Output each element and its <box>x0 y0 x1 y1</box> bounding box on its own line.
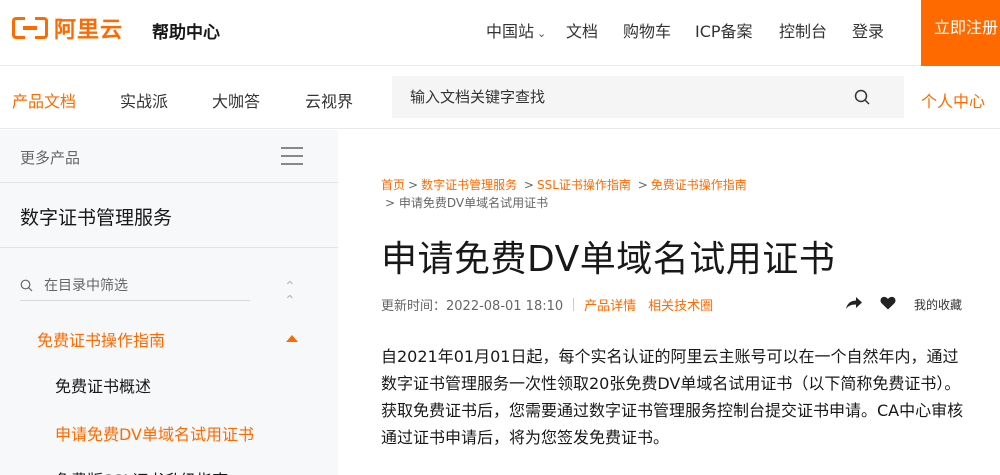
personal-center-link[interactable]: 个人中心 <box>921 88 985 112</box>
tree-item-free-cert-guide[interactable]: 免费证书操作指南 <box>37 327 165 351</box>
subnav-item-product-docs[interactable]: 产品文档 <box>12 88 120 112</box>
breadcrumb-home[interactable]: 首页 <box>381 178 405 192</box>
subnav-item-cloud-vision[interactable]: 云视界 <box>305 88 385 112</box>
nav-login[interactable]: 登录 <box>852 18 902 42</box>
breadcrumb-separator: > <box>520 178 534 192</box>
catalog-filter-input[interactable] <box>44 275 244 297</box>
tree-item-free-cert-overview[interactable]: 免费证书概述 <box>55 373 151 397</box>
meta-divider <box>573 298 575 311</box>
aliyun-logo[interactable]: 阿里云 <box>12 12 123 44</box>
top-header: 阿里云 帮助中心 中国站 ⌄ 文档 购物车 ICP备案 控制台 登录 立即注册 <box>0 0 1000 66</box>
sub-nav-bar: 产品文档 实战派 大咖答 云视界 个人中心 <box>0 66 1000 129</box>
article-meta: 更新时间：2022-08-01 18:10 产品详情 相关技术圈 <box>381 295 725 314</box>
chevron-down-icon: ⌄ <box>537 27 547 40</box>
nav-docs[interactable]: 文档 <box>566 18 623 42</box>
hamburger-menu-icon[interactable] <box>281 147 303 165</box>
aliyun-logo-icon <box>12 17 48 39</box>
subnav-item-experts[interactable]: 大咖答 <box>212 88 305 112</box>
nav-china-site[interactable]: 中国站 ⌄ <box>486 18 566 42</box>
caret-up-icon[interactable] <box>286 335 298 342</box>
help-center-title[interactable]: 帮助中心 <box>152 18 220 43</box>
breadcrumb-ssl-guide[interactable]: SSL证书操作指南 <box>537 178 631 192</box>
catalog-filter <box>20 275 250 301</box>
more-products-label[interactable]: 更多产品 <box>20 147 80 168</box>
related-circle-link[interactable]: 相关技术圈 <box>648 295 713 314</box>
breadcrumb-cert-service[interactable]: 数字证书管理服务 <box>421 178 517 192</box>
search-icon <box>20 279 33 292</box>
breadcrumb-separator: > <box>633 178 648 192</box>
sidebar-divider <box>0 247 338 248</box>
updated-time: 更新时间：2022-08-01 18:10 <box>381 299 564 314</box>
breadcrumb-separator: > <box>408 178 419 192</box>
article-intro: 自2021年01月01日起，每个实名认证的阿里云主账号可以在一个自然年内，通过数… <box>381 347 964 447</box>
nav-cart[interactable]: 购物车 <box>623 18 695 42</box>
nav-console[interactable]: 控制台 <box>779 18 852 42</box>
collapse-all-icon[interactable]: ⌃ ⌃ <box>284 280 296 308</box>
subnav-item-practice[interactable]: 实战派 <box>120 88 212 112</box>
nav-icp[interactable]: ICP备案 <box>695 18 779 42</box>
logo-text: 阿里云 <box>54 18 124 43</box>
sidebar: 更多产品 数字证书管理服务 ⌃⌃ 免费证书操作指南 免费证书概述 申请免费DV单… <box>0 130 338 475</box>
breadcrumb-free-cert-guide[interactable]: 免费证书操作指南 <box>651 178 747 192</box>
breadcrumb-current-label: 申请免费DV单域名试用证书 <box>398 196 549 210</box>
sidebar-divider <box>0 182 338 183</box>
register-button[interactable]: 立即注册 <box>921 0 1000 66</box>
service-title[interactable]: 数字证书管理服务 <box>20 203 172 230</box>
search-icon[interactable] <box>854 89 870 105</box>
top-nav: 中国站 ⌄ 文档 购物车 ICP备案 控制台 登录 <box>486 18 902 42</box>
tree-item-apply-dv-cert[interactable]: 申请免费DV单域名试用证书 <box>55 421 254 445</box>
sub-nav: 产品文档 实战派 大咖答 云视界 <box>12 88 385 112</box>
page-title: 申请免费DV单域名试用证书 <box>381 239 836 280</box>
breadcrumb: 首页 > 数字证书管理服务 > SSL证书操作指南 > 免费证书操作指南 <box>381 175 747 195</box>
product-details-link[interactable]: 产品详情 <box>584 295 636 314</box>
nav-china-site-label: 中国站 <box>486 22 535 41</box>
search-box <box>392 76 904 118</box>
search-input[interactable] <box>410 76 830 118</box>
heart-icon[interactable] <box>880 296 896 310</box>
my-favorites-link[interactable]: 我的收藏 <box>914 296 962 313</box>
breadcrumb-current: > 申请免费DV单域名试用证书 <box>385 196 549 210</box>
tree-item-ssl-upgrade-guide[interactable]: 免费版SSL证书升级指南 <box>55 467 228 475</box>
share-icon[interactable] <box>845 296 863 310</box>
